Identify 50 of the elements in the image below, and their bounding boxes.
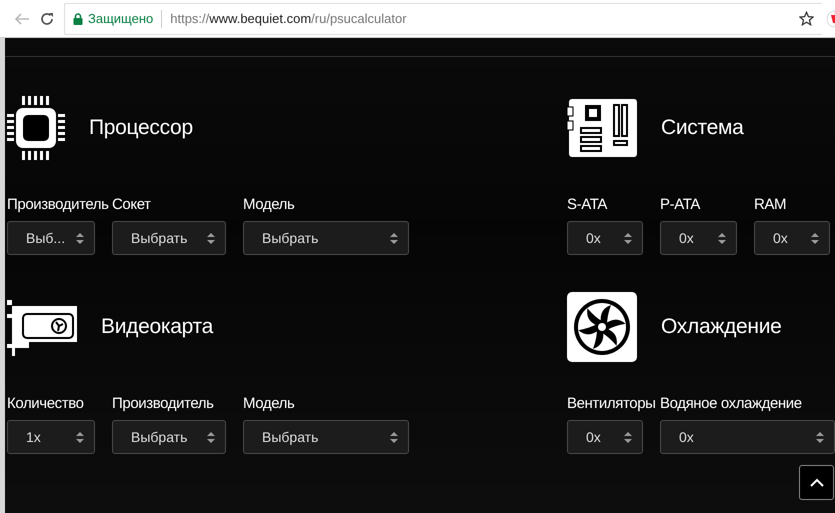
section-title: Процессор bbox=[89, 116, 193, 140]
updown-icon bbox=[207, 432, 215, 442]
updown-icon bbox=[390, 232, 398, 244]
reload-icon[interactable] bbox=[40, 12, 54, 26]
field-label: RAM bbox=[754, 196, 786, 213]
dropdown[interactable]: Выбрать bbox=[112, 221, 226, 255]
field-label: Производитель bbox=[7, 196, 109, 213]
field-label: Производитель bbox=[112, 395, 214, 412]
updown-icon bbox=[390, 432, 398, 442]
dropdown[interactable]: 0x bbox=[660, 420, 835, 454]
motherboard-icon bbox=[567, 99, 637, 157]
field-label: Вентиляторы bbox=[567, 395, 656, 412]
graphics-card-icon bbox=[7, 298, 77, 356]
updown-icon bbox=[718, 232, 726, 244]
dropdown[interactable]: Выбрать bbox=[243, 420, 409, 454]
field-label: P-ATA bbox=[660, 196, 700, 213]
secure-label: Защищено bbox=[88, 11, 154, 26]
updown-icon bbox=[76, 232, 84, 244]
section-title: Охлаждение bbox=[661, 315, 782, 339]
field-label: S-ATA bbox=[567, 196, 607, 213]
url-text: https://www.bequiet.com/ru/psucalculator bbox=[170, 11, 407, 26]
updown-icon bbox=[76, 432, 84, 442]
updown-icon bbox=[811, 232, 819, 244]
dropdown[interactable]: Выбрать bbox=[243, 221, 409, 255]
updown-icon bbox=[816, 432, 824, 442]
cpu-icon bbox=[7, 94, 65, 162]
updown-icon bbox=[624, 232, 632, 244]
dropdown[interactable]: 0x bbox=[754, 221, 830, 255]
dropdown[interactable]: Выбрать bbox=[112, 420, 226, 454]
updown-icon bbox=[624, 432, 632, 442]
dropdown[interactable]: 0x bbox=[567, 420, 643, 454]
field-label: Модель bbox=[243, 196, 294, 213]
field-label: Модель bbox=[243, 395, 294, 412]
scroll-to-top-button[interactable] bbox=[799, 465, 834, 500]
star-icon[interactable] bbox=[799, 11, 814, 26]
fan-icon bbox=[567, 292, 637, 362]
field-label: Сокет bbox=[112, 196, 151, 213]
field-label: Количество bbox=[7, 395, 84, 412]
extension-icon[interactable] bbox=[826, 10, 835, 28]
lock-icon bbox=[73, 12, 83, 24]
field-label: Водяное охлаждение bbox=[660, 395, 802, 412]
caret-icon bbox=[810, 478, 824, 487]
dropdown[interactable]: 0x bbox=[567, 221, 643, 255]
dropdown[interactable]: Выб... bbox=[7, 221, 95, 255]
section-title: Система bbox=[661, 116, 744, 140]
address-bar[interactable]: Защищено https://www.bequiet.com/ru/psucalculator bbox=[64, 2, 822, 34]
section-title: Видеокарта bbox=[101, 315, 213, 339]
dropdown[interactable]: 1x bbox=[7, 420, 95, 454]
updown-icon bbox=[207, 232, 215, 244]
dropdown[interactable]: 0x bbox=[660, 221, 737, 255]
